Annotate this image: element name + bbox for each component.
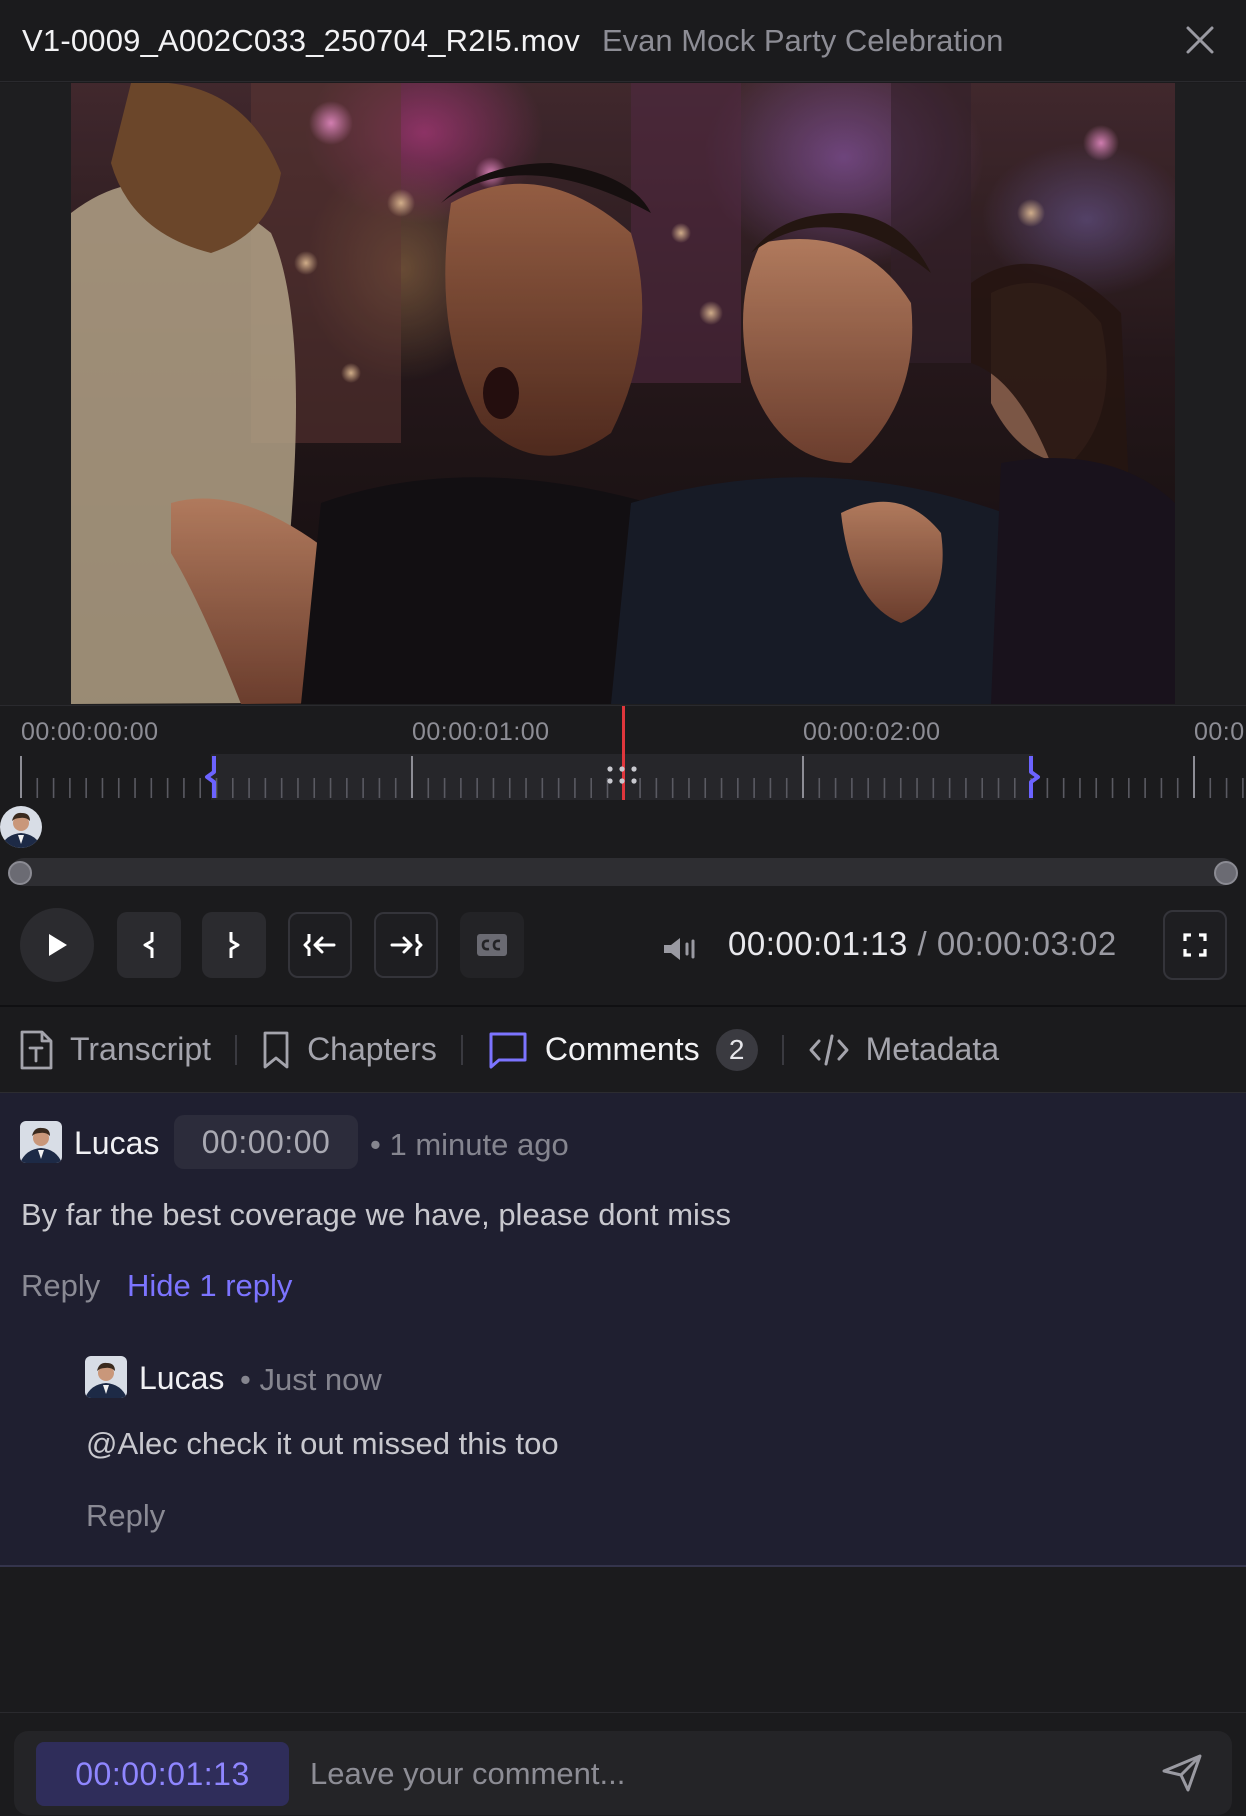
go-to-in-button[interactable] xyxy=(288,912,352,978)
tab-divider xyxy=(781,1034,784,1065)
project-name: Evan Mock Party Celebration xyxy=(601,22,1004,58)
tab-transcript[interactable]: Transcript xyxy=(18,1007,211,1093)
time-separator: / xyxy=(917,925,928,962)
code-icon xyxy=(809,1034,849,1065)
hide-replies-button[interactable]: Hide 1 reply xyxy=(127,1268,292,1304)
file-name: V1-0009_A002C033_250704_R2I5.mov xyxy=(22,22,580,58)
bookmark-icon xyxy=(263,1031,289,1068)
comment-composer-bar: 00:00:01:13 xyxy=(0,1712,1246,1816)
mark-out-handle[interactable] xyxy=(1025,754,1043,800)
avatar-image xyxy=(20,1121,62,1163)
tab-metadata[interactable]: Metadata xyxy=(808,1007,999,1093)
mark-in-handle[interactable] xyxy=(202,754,220,800)
fullscreen-button[interactable] xyxy=(1163,910,1227,980)
comment-timestamp-chip[interactable]: 00:00:00 xyxy=(174,1115,358,1169)
reply-time-ago: • Just now xyxy=(240,1362,382,1397)
tab-label: Comments xyxy=(544,1031,700,1067)
tab-chapters[interactable]: Chapters xyxy=(261,1007,437,1093)
mark-in-button[interactable] xyxy=(117,912,181,978)
tab-label: Chapters xyxy=(307,1031,437,1067)
video-frame[interactable] xyxy=(71,83,1175,704)
scrollbar-left-handle[interactable] xyxy=(8,861,32,885)
fullscreen-icon xyxy=(1183,933,1207,957)
comment-icon xyxy=(489,1032,527,1068)
tab-divider xyxy=(460,1034,463,1065)
comment-time-ago: • 1 minute ago xyxy=(370,1127,569,1162)
tab-label: Transcript xyxy=(70,1031,212,1067)
timecode-label: 00:00:02:00 xyxy=(803,718,941,746)
go-to-in-icon xyxy=(303,934,336,956)
comment-body: By far the best coverage we have, please… xyxy=(21,1197,731,1232)
comment-input[interactable] xyxy=(310,1743,1130,1805)
transcript-icon xyxy=(20,1030,53,1069)
close-button[interactable] xyxy=(1180,20,1220,60)
tab-divider xyxy=(235,1034,238,1065)
avatar xyxy=(0,806,42,848)
comment-author: Lucas xyxy=(74,1125,160,1161)
play-icon xyxy=(49,934,67,956)
volume-button[interactable] xyxy=(660,929,700,969)
send-button[interactable] xyxy=(1154,1745,1210,1801)
video-still-image xyxy=(71,83,1175,704)
comment-composer: 00:00:01:13 xyxy=(14,1731,1232,1815)
drag-handle-icon[interactable] xyxy=(606,764,638,788)
player-controls: 00:00:01:13 / 00:00:03:02 xyxy=(0,895,1246,1007)
mark-out-icon xyxy=(229,932,240,958)
reply-button[interactable]: Reply xyxy=(21,1268,100,1304)
tab-comments[interactable]: Comments 2 xyxy=(487,1007,758,1093)
timecode-label: 00:0 xyxy=(1194,718,1245,746)
timecode-label: 00:00:00:00 xyxy=(21,718,159,746)
current-time: 00:00:01:13 xyxy=(728,925,908,962)
volume-icon xyxy=(664,938,695,960)
close-icon xyxy=(1186,26,1214,54)
header-bar: V1-0009_A002C033_250704_R2I5.mov Evan Mo… xyxy=(0,0,1246,82)
timecode-label: 00:00:01:00 xyxy=(412,718,550,746)
go-to-out-button[interactable] xyxy=(374,912,438,978)
comment-marker-avatar[interactable] xyxy=(0,806,42,848)
play-button[interactable] xyxy=(20,908,94,982)
panel-tabs: Transcript Chapters Comments 2 Metadata xyxy=(0,1007,1246,1093)
captions-icon xyxy=(477,934,507,956)
avatar xyxy=(85,1356,127,1398)
send-icon xyxy=(1162,1754,1202,1792)
scrollbar-right-handle[interactable] xyxy=(1214,861,1238,885)
reply-button[interactable]: Reply xyxy=(86,1498,165,1534)
video-player[interactable] xyxy=(0,83,1246,705)
go-to-out-icon xyxy=(390,934,423,956)
mark-out-button[interactable] xyxy=(202,912,266,978)
reply-body: @Alec check it out missed this too xyxy=(86,1426,559,1461)
reply-author: Lucas xyxy=(139,1360,225,1396)
avatar xyxy=(20,1121,62,1163)
avatar-image xyxy=(85,1356,127,1398)
mark-in-icon xyxy=(143,932,154,958)
comment-count-badge: 2 xyxy=(715,1028,758,1071)
time-readout: 00:00:01:13 / 00:00:03:02 xyxy=(728,925,1117,963)
captions-button[interactable] xyxy=(460,912,524,978)
composer-timestamp-chip[interactable]: 00:00:01:13 xyxy=(36,1742,289,1806)
tab-label: Metadata xyxy=(865,1031,1000,1067)
video-review-app: V1-0009_A002C033_250704_R2I5.mov Evan Mo… xyxy=(0,0,1246,1816)
timeline[interactable]: 00:00:00:00 00:00:01:00 00:00:02:00 00:0 xyxy=(0,705,1246,895)
timeline-scrollbar[interactable] xyxy=(10,858,1236,886)
duration: 00:00:03:02 xyxy=(936,925,1117,962)
comment-thread: Lucas 00:00:00 • 1 minute ago By far the… xyxy=(0,1093,1246,1567)
